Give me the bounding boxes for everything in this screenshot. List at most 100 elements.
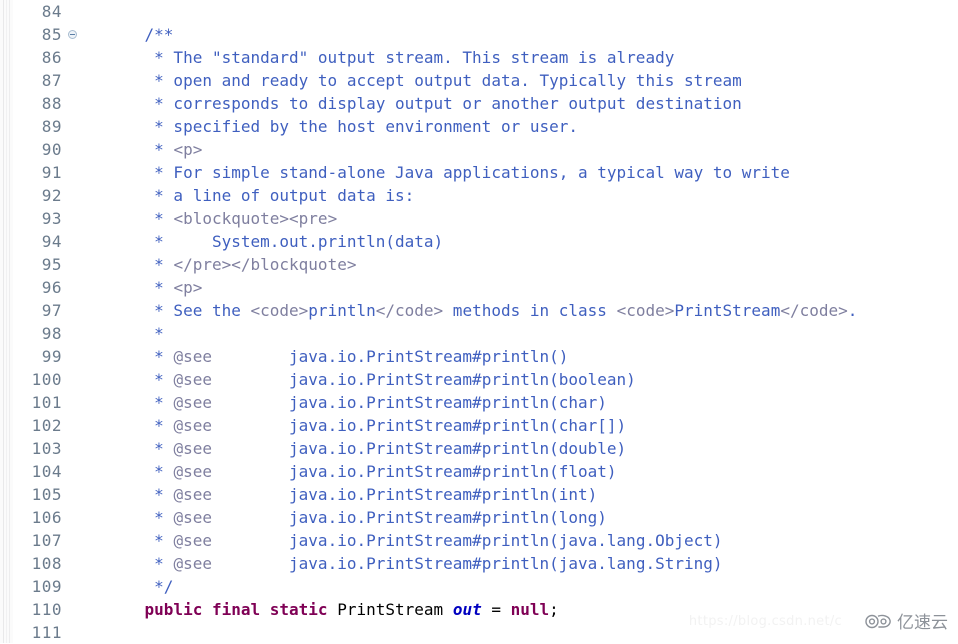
- code-line-text[interactable]: * @see java.io.PrintStream#println(boole…: [84, 368, 958, 391]
- token-doc: *: [106, 508, 174, 527]
- code-line[interactable]: 89 * specified by the host environment o…: [0, 115, 958, 138]
- token-doctag: @see: [173, 531, 212, 550]
- token-doc: *: [106, 485, 174, 504]
- code-line-text[interactable]: * See the <code>println</code> methods i…: [84, 299, 958, 322]
- code-line[interactable]: 88 * corresponds to display output or an…: [0, 92, 958, 115]
- code-line[interactable]: 98 *: [0, 322, 958, 345]
- code-line-text[interactable]: * <p>: [84, 276, 958, 299]
- code-line-text[interactable]: * specified by the host environment or u…: [84, 115, 958, 138]
- code-line-text[interactable]: * @see java.io.PrintStream#println(java.…: [84, 529, 958, 552]
- token-doctag: @see: [173, 508, 212, 527]
- code-line-text[interactable]: */: [84, 575, 958, 598]
- code-line-text[interactable]: * For simple stand-alone Java applicatio…: [84, 161, 958, 184]
- code-line-text[interactable]: * a line of output data is:: [84, 184, 958, 207]
- code-line-text[interactable]: * @see java.io.PrintStream#println(int): [84, 483, 958, 506]
- code-line[interactable]: 86 * The "standard" output stream. This …: [0, 46, 958, 69]
- line-number: 100: [31, 370, 62, 389]
- code-line[interactable]: 106 * @see java.io.PrintStream#println(l…: [0, 506, 958, 529]
- code-line[interactable]: 104 * @see java.io.PrintStream#println(f…: [0, 460, 958, 483]
- line-number: 92: [41, 186, 62, 205]
- token-doc: java.io.PrintStream#println(int): [211, 485, 598, 504]
- token-doctag: <code>: [616, 301, 675, 320]
- token-doc: java.io.PrintStream#println(): [211, 347, 569, 366]
- code-line-text[interactable]: *: [84, 322, 958, 345]
- code-line-text[interactable]: * corresponds to display output or anoth…: [84, 92, 958, 115]
- code-line[interactable]: 107 * @see java.io.PrintStream#println(j…: [0, 529, 958, 552]
- token-doc: * corresponds to display output or anoth…: [106, 94, 742, 113]
- code-line[interactable]: 99 * @see java.io.PrintStream#println(): [0, 345, 958, 368]
- code-line[interactable]: 95 * </pre></blockquote>: [0, 253, 958, 276]
- code-line[interactable]: 102 * @see java.io.PrintStream#println(c…: [0, 414, 958, 437]
- code-line-text[interactable]: * </pre></blockquote>: [84, 253, 958, 276]
- line-number: 101: [31, 393, 62, 412]
- token-doctag: @see: [173, 416, 212, 435]
- token-type: PrintStream: [337, 600, 444, 619]
- line-number: 97: [41, 301, 62, 320]
- token-doc: *: [106, 324, 164, 343]
- token-doc: *: [106, 554, 174, 573]
- code-line-text[interactable]: * <blockquote><pre>: [84, 207, 958, 230]
- token-doc: java.io.PrintStream#println(java.lang.St…: [211, 554, 723, 573]
- line-number: 90: [41, 140, 62, 159]
- code-line[interactable]: 91 * For simple stand-alone Java applica…: [0, 161, 958, 184]
- token-doc: /**: [106, 25, 174, 44]
- token-doc: * System.out.println(data): [106, 232, 444, 251]
- code-line-text[interactable]: * System.out.println(data): [84, 230, 958, 253]
- code-line-text[interactable]: * @see java.io.PrintStream#println(doubl…: [84, 437, 958, 460]
- line-number: 85: [41, 25, 62, 44]
- code-line-text[interactable]: * @see java.io.PrintStream#println(char): [84, 391, 958, 414]
- code-line[interactable]: 90 * <p>: [0, 138, 958, 161]
- collapse-circle-minus-icon[interactable]: [68, 30, 77, 39]
- token-doc: *: [106, 393, 174, 412]
- code-line-text[interactable]: * @see java.io.PrintStream#println(long): [84, 506, 958, 529]
- code-line[interactable]: 108 * @see java.io.PrintStream#println(j…: [0, 552, 958, 575]
- token-doc: * open and ready to accept output data. …: [106, 71, 742, 90]
- code-line-text[interactable]: * The "standard" output stream. This str…: [84, 46, 958, 69]
- code-line[interactable]: 92 * a line of output data is:: [0, 184, 958, 207]
- code-line[interactable]: 93 * <blockquote><pre>: [0, 207, 958, 230]
- code-line[interactable]: 87 * open and ready to accept output dat…: [0, 69, 958, 92]
- line-number: 99: [41, 347, 62, 366]
- token-doc: methods in class: [443, 301, 617, 320]
- token-doctag: </code>: [780, 301, 848, 320]
- token-doc: *: [106, 531, 174, 550]
- code-line-text[interactable]: * <p>: [84, 138, 958, 161]
- line-number: 107: [31, 531, 62, 550]
- code-line-text[interactable]: * @see java.io.PrintStream#println(char[…: [84, 414, 958, 437]
- code-line[interactable]: 105 * @see java.io.PrintStream#println(i…: [0, 483, 958, 506]
- token-doc: * specified by the host environment or u…: [106, 117, 579, 136]
- code-line[interactable]: 109 */: [0, 575, 958, 598]
- line-number: 109: [31, 577, 62, 596]
- token-doc: * See the: [106, 301, 251, 320]
- code-line[interactable]: 103 * @see java.io.PrintStream#println(d…: [0, 437, 958, 460]
- code-line[interactable]: 94 * System.out.println(data): [0, 230, 958, 253]
- token-doc: *: [106, 370, 174, 389]
- code-line-text[interactable]: * @see java.io.PrintStream#println(java.…: [84, 552, 958, 575]
- code-line-text[interactable]: * @see java.io.PrintStream#println(): [84, 345, 958, 368]
- token-doc: java.io.PrintStream#println(java.lang.Ob…: [211, 531, 723, 550]
- code-line-text[interactable]: /**: [84, 23, 958, 46]
- code-line[interactable]: 100 * @see java.io.PrintStream#println(b…: [0, 368, 958, 391]
- code-line[interactable]: 101 * @see java.io.PrintStream#println(c…: [0, 391, 958, 414]
- token-doc: PrintStream: [674, 301, 781, 320]
- line-number: 104: [31, 462, 62, 481]
- line-number: 108: [31, 554, 62, 573]
- code-line[interactable]: 97 * See the <code>println</code> method…: [0, 299, 958, 322]
- code-line[interactable]: 96 * <p>: [0, 276, 958, 299]
- line-number: 95: [41, 255, 62, 274]
- code-line-text[interactable]: * @see java.io.PrintStream#println(float…: [84, 460, 958, 483]
- code-editor[interactable]: 84 85 /** 86 * The "standard" output strea…: [0, 0, 958, 643]
- token-doc: *: [106, 439, 174, 458]
- code-line[interactable]: 85 /**: [0, 23, 958, 46]
- line-number: 89: [41, 117, 62, 136]
- code-lines-container[interactable]: 84 85 /** 86 * The "standard" output strea…: [0, 0, 958, 644]
- line-number: 110: [31, 600, 62, 619]
- code-line-text[interactable]: * open and ready to accept output data. …: [84, 69, 958, 92]
- token-doc: java.io.PrintStream#println(char): [211, 393, 607, 412]
- line-number: 93: [41, 209, 62, 228]
- token-doc: *: [106, 255, 174, 274]
- code-line[interactable]: 84: [0, 0, 958, 23]
- token-doctag: @see: [173, 347, 212, 366]
- line-number: 111: [31, 623, 62, 642]
